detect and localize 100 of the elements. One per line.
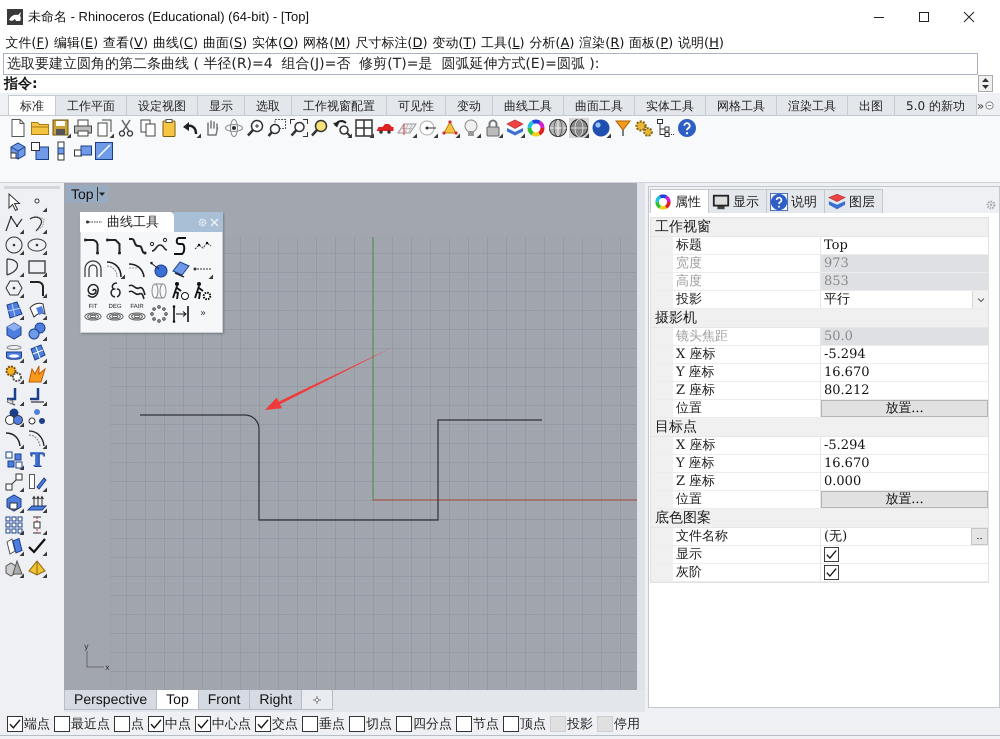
osnap-label[interactable]: 最近点 (71, 714, 110, 732)
wireframe-sphere-icon[interactable] (569, 118, 590, 138)
toolbar-tab[interactable]: 曲面工具 (563, 95, 635, 115)
panel-tab[interactable]: 显示 (708, 189, 767, 213)
viewport-tab[interactable]: Front (198, 690, 250, 710)
checkbox[interactable] (456, 716, 472, 732)
toolbar-tab[interactable]: 选取 (244, 95, 292, 115)
toolbar-tab[interactable]: 曲线工具 (492, 95, 564, 115)
osnap-label[interactable]: 切点 (366, 714, 392, 732)
funnel-icon[interactable] (612, 118, 633, 138)
layers-icon[interactable] (504, 118, 525, 138)
close-icon[interactable] (964, 12, 974, 22)
angle-blade-icon[interactable] (4, 386, 24, 406)
checkbox[interactable] (302, 716, 318, 732)
printer-icon[interactable] (72, 118, 93, 138)
checkbox[interactable] (114, 716, 130, 732)
place-button[interactable]: 放置... (821, 400, 988, 417)
osnap-label[interactable]: 中心点 (212, 714, 251, 732)
place-button[interactable]: 放置... (821, 491, 988, 508)
shaded-sphere-icon[interactable] (548, 118, 568, 138)
jagged-burst-icon[interactable] (27, 364, 47, 384)
osnap-label[interactable]: 中点 (165, 714, 191, 732)
osnap-label[interactable]: 端点 (24, 714, 50, 732)
browse-button[interactable]: .. (971, 528, 988, 545)
hierarchy-icon[interactable] (656, 118, 676, 138)
osnap-label[interactable]: 垂点 (319, 714, 345, 732)
figure-wheel-icon[interactable] (171, 281, 191, 301)
figure-gear-icon[interactable] (193, 281, 213, 301)
dots-circle-icon[interactable] (149, 304, 169, 324)
osnap-label[interactable]: 节点 (473, 714, 499, 732)
menu-item[interactable]: 面板(P) (626, 33, 676, 52)
control-point-curve-icon[interactable] (27, 214, 47, 234)
menu-item[interactable]: 文件(F) (3, 33, 52, 52)
checkbox[interactable] (195, 716, 211, 732)
triangle-points-icon[interactable] (440, 118, 460, 138)
arc-icon[interactable] (4, 256, 24, 276)
s-bend-curve-icon[interactable] (127, 236, 147, 256)
menu-item[interactable]: 分析(A) (527, 33, 577, 52)
checkbox[interactable] (503, 716, 519, 732)
circle-dot-icon[interactable] (418, 118, 438, 138)
menu-item[interactable]: 变动(T) (430, 33, 479, 52)
fillet-curve-icon[interactable] (27, 278, 47, 298)
window-square-icon[interactable] (30, 141, 50, 161)
cylinder-ring-icon[interactable] (4, 342, 24, 362)
osnap-label[interactable]: 点 (131, 714, 144, 732)
toolbar-tab[interactable]: 网格工具 (705, 95, 777, 115)
cube-icon[interactable] (8, 141, 28, 161)
circle-minus-icon[interactable] (985, 101, 994, 110)
panel-tab[interactable]: 属性 (650, 189, 709, 213)
toolbar-tab[interactable]: 标准 (8, 95, 56, 115)
menu-item[interactable]: 渲染(R) (576, 33, 627, 52)
toolbar-tab[interactable]: 渲染工具 (776, 95, 848, 115)
offset-curve-icon[interactable] (27, 428, 47, 448)
magnifier-corners-icon[interactable] (288, 118, 309, 138)
menu-item[interactable]: 曲面(S) (200, 33, 250, 52)
toolbar-tab[interactable]: 5.0 的新功 (894, 95, 977, 115)
checkbox[interactable] (396, 716, 412, 732)
osnap-label[interactable]: 交点 (272, 714, 298, 732)
hexagon-icon[interactable] (4, 278, 24, 298)
checkbox[interactable] (255, 716, 271, 732)
menu-item[interactable]: 说明(H) (676, 33, 726, 52)
glossy-sphere-icon[interactable] (591, 118, 612, 138)
checkbox[interactable] (824, 565, 839, 580)
color-wheel-icon[interactable] (526, 118, 546, 138)
prism-cone-icon[interactable] (4, 558, 24, 578)
arch-curves-icon[interactable] (83, 258, 103, 278)
osnap-label[interactable]: 四分点 (413, 714, 452, 732)
osnap-label[interactable]: 顶点 (520, 714, 546, 732)
four-panes-icon[interactable] (354, 118, 374, 138)
menu-item[interactable]: 尺寸标注(D) (352, 33, 430, 52)
toolbar-tab[interactable]: 工作平面 (55, 95, 127, 115)
viewport-title[interactable]: Top (66, 185, 108, 203)
toolbar-tab[interactable]: 出图 (847, 95, 895, 115)
tilted-panels-icon[interactable] (4, 536, 24, 556)
text-tool-button[interactable]: T (27, 450, 47, 470)
double-arc-icon[interactable] (105, 258, 125, 278)
dots-icon[interactable] (27, 407, 47, 427)
spinner-arrows-icon[interactable] (978, 75, 993, 92)
gears-icon[interactable] (634, 118, 654, 138)
menu-item[interactable]: 工具(L) (478, 33, 527, 52)
property-value[interactable]: (无) (821, 528, 971, 545)
tabs-overflow-button[interactable]: » (976, 96, 986, 115)
orbit-icon[interactable] (224, 118, 244, 138)
maximize-icon[interactable] (918, 12, 928, 22)
magnifier-window-icon[interactable] (267, 118, 288, 138)
diagonal-square-icon[interactable] (94, 141, 114, 161)
checkbox[interactable] (54, 716, 70, 732)
viewport-tab[interactable]: Perspective (64, 690, 158, 710)
linked-squares-icon[interactable] (4, 472, 24, 492)
sphere-point-icon[interactable] (149, 258, 169, 278)
checkbox[interactable] (148, 716, 164, 732)
bent-surface-icon[interactable] (27, 300, 47, 320)
menu-item[interactable]: 网格(M) (300, 33, 353, 52)
copy-icon[interactable] (138, 118, 158, 138)
help-icon[interactable] (677, 118, 698, 138)
checkbox[interactable] (7, 716, 23, 732)
dropdown-field[interactable]: 平行 (821, 291, 988, 308)
toolbar-tab[interactable]: 可见性 (386, 95, 446, 115)
square-grid-icon[interactable] (4, 514, 24, 534)
checkbox[interactable] (349, 716, 365, 732)
